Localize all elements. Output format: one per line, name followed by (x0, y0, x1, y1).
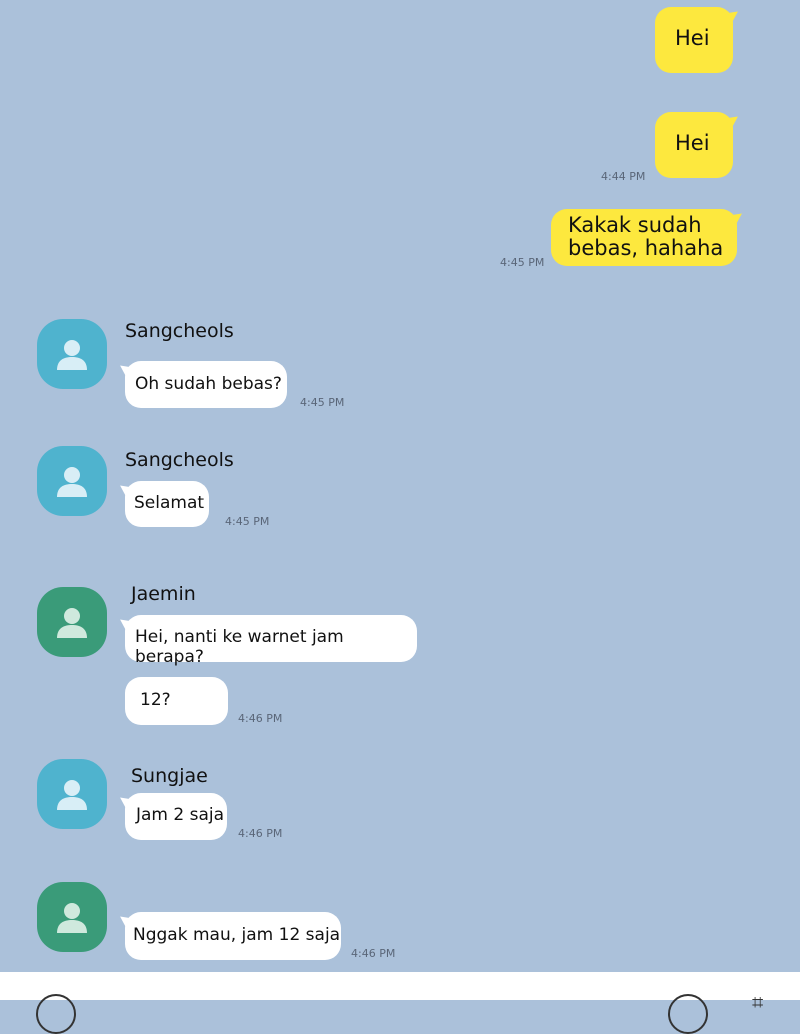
message-text: Hei (675, 131, 710, 155)
incoming-message-bubble[interactable]: Hei, nanti ke warnet jam berapa? (125, 615, 417, 667)
message-text: Hei (675, 26, 710, 50)
message-text: Oh sudah bebas? (135, 374, 282, 394)
incoming-message-bubble[interactable]: Nggak mau, jam 12 saja (125, 912, 341, 960)
input-bar: ⌗ (0, 972, 800, 1034)
person-icon (57, 467, 87, 497)
sender-name: Jaemin (131, 583, 196, 605)
sender-name: Sangcheols (125, 449, 234, 471)
incoming-message-bubble[interactable]: Selamat (125, 481, 209, 527)
message-text: 12? (140, 690, 171, 710)
message-timestamp: 4:45 PM (500, 256, 545, 269)
incoming-message-bubble[interactable]: Jam 2 saja (125, 793, 227, 840)
message-text: Nggak mau, jam 12 saja (133, 925, 341, 945)
person-icon (57, 608, 87, 638)
avatar[interactable] (37, 587, 107, 657)
message-timestamp: 4:44 PM (601, 170, 646, 183)
add-icon[interactable] (36, 994, 76, 1034)
hash-icon[interactable]: ⌗ (752, 990, 763, 1014)
avatar[interactable] (37, 882, 107, 952)
message-text: Jam 2 saja (136, 805, 225, 825)
avatar[interactable] (37, 446, 107, 516)
sender-name: Sangcheols (125, 320, 234, 342)
person-icon (57, 903, 87, 933)
incoming-message-bubble[interactable]: 12? (125, 677, 228, 725)
outgoing-message-bubble[interactable]: Hei (655, 7, 733, 73)
message-timestamp: 4:46 PM (351, 947, 396, 960)
outgoing-message-bubble[interactable]: Kakak sudah bebas, hahaha (551, 209, 737, 266)
message-timestamp: 4:46 PM (238, 712, 283, 725)
message-timestamp: 4:45 PM (225, 515, 270, 528)
avatar[interactable] (37, 319, 107, 389)
outgoing-message-bubble[interactable]: Hei (655, 112, 733, 178)
message-text: Kakak sudah bebas, hahaha (568, 213, 724, 260)
avatar[interactable] (37, 759, 107, 829)
sender-name: Sungjae (131, 765, 208, 787)
person-icon (57, 780, 87, 810)
emoji-icon[interactable] (668, 994, 708, 1034)
person-icon (57, 340, 87, 370)
message-timestamp: 4:46 PM (238, 827, 283, 840)
message-text: Hei, nanti ke warnet jam berapa? (135, 627, 344, 667)
message-timestamp: 4:45 PM (300, 396, 345, 409)
message-text: Selamat (134, 493, 205, 513)
incoming-message-bubble[interactable]: Oh sudah bebas? (125, 361, 287, 408)
